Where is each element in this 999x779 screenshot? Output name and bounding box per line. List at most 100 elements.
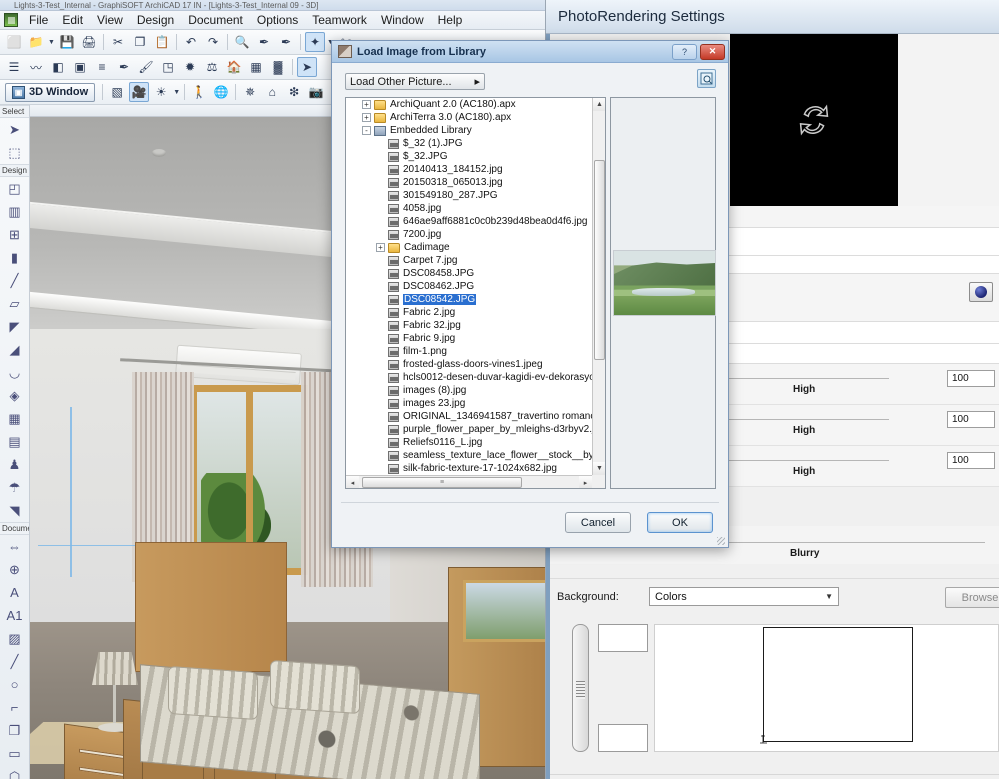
menu-design[interactable]: Design xyxy=(130,11,181,29)
drawing-tool-icon[interactable]: ▭ xyxy=(0,742,29,765)
library-tree-panel[interactable]: + ArchiQuant 2.0 (AC180).apx + ArchiTerra 3… xyxy=(345,97,606,489)
close-icon[interactable]: ✕ xyxy=(700,43,725,60)
tree-item[interactable]: $_32 (1).JPG xyxy=(346,137,592,150)
tree-item[interactable]: 301549180_287.JPG xyxy=(346,189,592,202)
tree-item[interactable]: Fabric 2.jpg xyxy=(346,306,592,319)
menu-options[interactable]: Options xyxy=(250,11,305,29)
scroll-left-icon[interactable]: ◂ xyxy=(346,476,359,488)
figure-tool-icon[interactable]: ❐ xyxy=(0,719,29,742)
copy-icon[interactable]: ❐ xyxy=(130,32,150,52)
line-tool-icon[interactable]: ╱ xyxy=(0,650,29,673)
tree-item[interactable]: 7200.jpg xyxy=(346,228,592,241)
tree-item[interactable]: hcls0012-desen-duvar-kagidi-ev-dekorasyo… xyxy=(346,371,592,384)
preview-magnifier-icon[interactable] xyxy=(697,69,716,88)
menu-teamwork[interactable]: Teamwork xyxy=(305,11,374,29)
render-photo-icon[interactable]: 📷 xyxy=(306,82,326,102)
find-icon[interactable]: 🔍 xyxy=(232,32,252,52)
arrow-tool-icon[interactable]: ➤ xyxy=(0,118,29,141)
dimension-icon[interactable]: ⚖ xyxy=(202,57,222,77)
explore-icon[interactable]: ❇ xyxy=(284,82,304,102)
tree-item[interactable]: ORIGINAL_1346941587_travertino romano cl xyxy=(346,410,592,423)
text-tool-icon[interactable]: A xyxy=(0,581,29,604)
material-preview-button[interactable] xyxy=(969,282,993,302)
tree-item[interactable]: 20150318_065013.jpg xyxy=(346,176,592,189)
zone-icon[interactable]: ◳ xyxy=(158,57,178,77)
shell-tool-icon[interactable]: ◡ xyxy=(0,361,29,384)
cancel-button[interactable]: Cancel xyxy=(565,512,631,533)
polyline-tool-icon[interactable]: ⌐ xyxy=(0,696,29,719)
stair-object-icon[interactable]: ◥ xyxy=(0,499,29,522)
explode-icon[interactable]: ✹ xyxy=(180,57,200,77)
axonometric-icon[interactable]: ▧ xyxy=(107,82,127,102)
expand-icon[interactable]: + xyxy=(362,113,371,122)
tree-item[interactable]: Reliefs0116_L.jpg xyxy=(346,436,592,449)
fill-tool-icon[interactable]: ▨ xyxy=(0,627,29,650)
browse-button[interactable]: Browse xyxy=(945,587,999,608)
open-dropdown-caret-icon[interactable]: ▼ xyxy=(47,39,56,46)
mesh-icon[interactable]: ▓ xyxy=(268,57,288,77)
tree-horizontal-scrollbar[interactable]: ◂ ≡ ▸ xyxy=(346,475,592,488)
paste-icon[interactable]: 📋 xyxy=(152,32,172,52)
marquee-icon[interactable]: ✦ xyxy=(305,32,325,52)
slider-value-field[interactable]: 100 xyxy=(947,370,995,387)
dialog-resize-grip[interactable] xyxy=(717,537,725,545)
roof-tool-icon[interactable]: ◢ xyxy=(0,338,29,361)
tree-vertical-scrollbar[interactable]: ▲ ▼ xyxy=(592,98,605,475)
open-icon[interactable]: 📁 xyxy=(26,32,46,52)
tree-item[interactable]: + ArchiTerra 3.0 (AC180).apx xyxy=(346,111,592,124)
menu-view[interactable]: View xyxy=(90,11,130,29)
menu-edit[interactable]: Edit xyxy=(55,11,90,29)
ground-color-swatch[interactable] xyxy=(598,724,648,752)
scroll-right-icon[interactable]: ▸ xyxy=(579,476,592,488)
sun-dropdown-caret-icon[interactable]: ▼ xyxy=(172,89,181,96)
print-icon[interactable]: 🖨 xyxy=(79,32,99,52)
tree-item[interactable]: + ArchiQuant 2.0 (AC180).apx xyxy=(346,98,592,111)
menu-document[interactable]: Document xyxy=(181,11,250,29)
detail-tool-icon[interactable]: ⬡ xyxy=(0,765,29,779)
collapse-icon[interactable]: - xyxy=(362,126,371,135)
library-tree-scroll[interactable]: + ArchiQuant 2.0 (AC180).apx + ArchiTerra 3… xyxy=(346,98,592,475)
new-icon[interactable]: ⬜ xyxy=(4,32,24,52)
paint-icon[interactable]: 🖌 xyxy=(136,57,156,77)
column-tool-icon[interactable]: ▮ xyxy=(0,246,29,269)
home-view-icon[interactable]: ⌂ xyxy=(262,82,282,102)
library-tree-list[interactable]: + ArchiQuant 2.0 (AC180).apx + ArchiTerra 3… xyxy=(346,98,592,475)
background-gradient-slider[interactable] xyxy=(572,624,589,752)
door-tool-icon[interactable]: ▥ xyxy=(0,200,29,223)
layers-icon[interactable]: ☰ xyxy=(4,57,24,77)
window-tool-icon[interactable]: ⊞ xyxy=(0,223,29,246)
help-icon[interactable]: ? xyxy=(672,43,697,60)
walk-icon[interactable]: 🚶 xyxy=(189,82,209,102)
sun-settings-icon[interactable]: ☀ xyxy=(151,82,171,102)
syringe-icon[interactable]: ✒ xyxy=(276,32,296,52)
grid-icon[interactable]: ▦ xyxy=(246,57,266,77)
scroll-up-icon[interactable]: ▲ xyxy=(593,98,605,111)
stack-icon[interactable]: ≡ xyxy=(92,57,112,77)
perspective-camera-icon[interactable]: 🎥 xyxy=(129,82,150,102)
tree-item[interactable]: silk-fabric-texture-17-1024x682.jpg xyxy=(346,462,592,475)
scroll-down-icon[interactable]: ▼ xyxy=(593,462,605,475)
radial-dimension-icon[interactable]: ⊕ xyxy=(0,558,29,581)
tree-item[interactable]: DSC08462.JPG xyxy=(346,280,592,293)
menu-help[interactable]: Help xyxy=(431,11,470,29)
mesh-tool-icon[interactable]: ▦ xyxy=(0,407,29,430)
ok-button[interactable]: OK xyxy=(647,512,713,533)
tree-item[interactable]: Fabric 32.jpg xyxy=(346,319,592,332)
background-select[interactable]: Colors ▼ xyxy=(649,587,839,606)
tree-item[interactable]: frosted-glass-doors-vines1.jpeg xyxy=(346,358,592,371)
horizontal-scroll-thumb[interactable]: ≡ xyxy=(362,477,522,488)
beam-tool-icon[interactable]: ╱ xyxy=(0,269,29,292)
background-preview-canvas[interactable] xyxy=(654,624,999,752)
render-icon[interactable]: 🏠 xyxy=(224,57,244,77)
slab-tool-icon[interactable]: ▱ xyxy=(0,292,29,315)
load-other-picture-button[interactable]: Load Other Picture... ▸ xyxy=(345,73,485,90)
expand-icon[interactable]: + xyxy=(362,100,371,109)
expand-icon[interactable]: + xyxy=(376,243,385,252)
dimension-tool-icon[interactable]: ⇔ xyxy=(0,535,29,558)
cut-icon[interactable]: ✂ xyxy=(108,32,128,52)
tree-item[interactable]: 20140413_184152.jpg xyxy=(346,163,592,176)
tree-item[interactable]: $_32.JPG xyxy=(346,150,592,163)
slider-value-field[interactable]: 100 xyxy=(947,411,995,428)
slider-value-field[interactable]: 100 xyxy=(947,452,995,469)
menu-window[interactable]: Window xyxy=(374,11,431,29)
